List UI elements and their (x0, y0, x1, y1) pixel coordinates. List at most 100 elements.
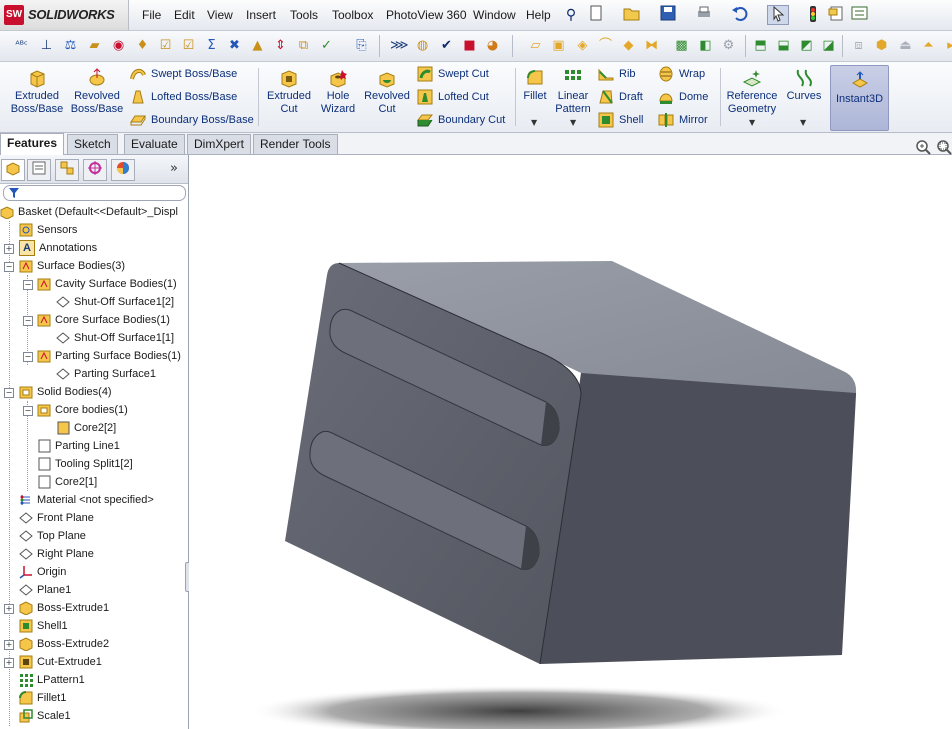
tree-item-cut-extrude1[interactable]: Cut-Extrude1 (19, 653, 102, 671)
instant3d-button[interactable]: Instant3D (830, 65, 889, 131)
box-icon[interactable]: ▱ (527, 37, 544, 54)
revolved-boss-button[interactable]: Revolved Boss/Base (70, 68, 124, 116)
swept-boss-button[interactable]: Swept Boss/Base (130, 65, 237, 83)
collapse-parting-surface-icon[interactable]: − (23, 352, 33, 362)
extend-surface-icon[interactable]: ⧓ (643, 37, 660, 54)
menu-photoview-360[interactable]: PhotoView 360 (386, 8, 467, 22)
mirror-button[interactable]: Mirror (658, 111, 708, 129)
new-document-icon[interactable] (586, 5, 606, 25)
open-document-icon[interactable] (622, 5, 642, 25)
menu-window[interactable]: Window (473, 8, 516, 22)
expand-cut-extrude1-icon[interactable]: + (4, 658, 14, 668)
tree-item-basket[interactable]: Basket (Default<<Default>_Displ (0, 203, 178, 221)
mass-properties-icon[interactable]: ♦ (134, 37, 151, 54)
tree-item-tooling-split[interactable]: Tooling Split1[2] (37, 455, 133, 473)
reference-geometry-dropdown-icon[interactable]: ▼ (749, 118, 755, 127)
core-icon[interactable]: ◪ (820, 37, 837, 54)
scale-tool-icon[interactable]: ✓ (318, 37, 335, 54)
check-icon[interactable]: ☑ (157, 37, 174, 54)
tooling-split-icon[interactable]: ◩ (798, 37, 815, 54)
tree-item-plane1[interactable]: Plane1 (19, 581, 71, 599)
fillet-dropdown-icon[interactable]: ▼ (531, 118, 537, 127)
appearance-icon[interactable]: ◕ (484, 37, 501, 54)
expand-boss-extrude2-icon[interactable]: + (4, 640, 14, 650)
surface-boss-icon[interactable]: ▣ (550, 37, 567, 54)
configuration-manager-tab-icon[interactable] (55, 159, 79, 181)
folder-icon[interactable]: ▰ (86, 37, 103, 54)
tree-item-core2-2[interactable]: Core2[2] (56, 419, 116, 437)
tree-item-fillet1[interactable]: Fillet1 (19, 689, 66, 707)
curves-dropdown-icon[interactable]: ▼ (800, 118, 806, 127)
thickness-icon[interactable]: ■ (461, 37, 478, 54)
draft-analysis-icon[interactable]: ▲ (249, 37, 266, 54)
hole-wizard-button[interactable]: Hole Wizard (316, 68, 360, 116)
tab-dimxpert[interactable]: DimXpert (187, 134, 252, 154)
tree-item-parting-surface[interactable]: Parting Surface1 (56, 365, 156, 383)
menu-insert[interactable]: Insert (246, 8, 276, 22)
extruded-boss-button[interactable]: Extruded Boss/Base (10, 68, 64, 116)
expand-boss-extrude1-icon[interactable]: + (4, 604, 14, 614)
intersect-icon[interactable]: ✖ (226, 37, 243, 54)
dome-button[interactable]: Dome (658, 88, 708, 106)
sum-icon[interactable]: Σ (203, 37, 220, 54)
disabled-tool-icon[interactable]: ⧈ (850, 37, 867, 54)
linear-pattern-dropdown-icon[interactable]: ▼ (570, 118, 576, 127)
tree-item-top-plane[interactable]: Top Plane (19, 527, 86, 545)
dimxpert-manager-tab-icon[interactable] (83, 159, 107, 181)
tab-evaluate[interactable]: Evaluate (124, 134, 185, 154)
feature-manager-tab-icon[interactable] (1, 159, 25, 181)
graphics-area[interactable] (189, 155, 952, 729)
tree-item-cavity-surface-bodies[interactable]: Cavity Surface Bodies(1) (37, 275, 177, 293)
tree-item-shut-off-surface-1[interactable]: Shut-Off Surface1[1] (56, 329, 174, 347)
revolve-surface-icon[interactable]: ⬢ (873, 37, 890, 54)
collapse-core-bodies-icon[interactable]: − (23, 406, 33, 416)
import-icon[interactable]: ⎘ (353, 37, 370, 54)
collapse-surface-bodies-icon[interactable]: − (4, 262, 14, 272)
tree-item-sensors[interactable]: Sensors (19, 221, 77, 239)
tree-item-origin[interactable]: Origin (19, 563, 66, 581)
display-manager-tab-icon[interactable] (111, 159, 135, 181)
revolved-cut-button[interactable]: Revolved Cut (362, 68, 412, 116)
tab-features[interactable]: Features (0, 133, 65, 155)
tree-item-material[interactable]: Material <not specified> (19, 491, 154, 509)
tree-item-annotations[interactable]: A Annotations (19, 239, 97, 257)
rebuild-icon[interactable] (803, 5, 823, 25)
menu-edit[interactable]: Edit (174, 8, 195, 22)
solidworks-logo[interactable]: SW SOLIDWORKS (0, 0, 129, 30)
zoom-to-fit-icon[interactable] (915, 139, 931, 155)
balance-icon[interactable]: ⚖ (62, 37, 79, 54)
tree-item-surface-bodies[interactable]: Surface Bodies(3) (19, 257, 125, 275)
draft-button[interactable]: Draft (598, 88, 643, 106)
tree-item-core-surface-bodies[interactable]: Core Surface Bodies(1) (37, 311, 170, 329)
shell-button[interactable]: Shell (598, 111, 643, 129)
fillet-button[interactable]: Fillet (520, 68, 550, 103)
scale-surface-icon[interactable]: ⏏ (897, 37, 914, 54)
trim-surface-icon[interactable]: ⚙ (720, 37, 737, 54)
linear-pattern-button[interactable]: Linear Pattern (552, 68, 594, 116)
curvature-icon[interactable]: ⋙ (390, 37, 409, 54)
menu-help[interactable]: Help (526, 8, 551, 22)
tree-item-scale1[interactable]: Scale1 (19, 707, 71, 725)
tree-item-right-plane[interactable]: Right Plane (19, 545, 94, 563)
sweep-icon[interactable]: ⌒ (597, 37, 614, 54)
tree-item-boss-extrude2[interactable]: Boss-Extrude2 (19, 635, 109, 653)
tree-item-core2-1[interactable]: Core2[1] (37, 473, 97, 491)
menu-tools[interactable]: Tools (290, 8, 318, 22)
checkbox-icon[interactable]: ☑ (180, 37, 197, 54)
measure-icon[interactable]: ⊥ (38, 37, 55, 54)
cone-icon[interactable]: ⏶ (920, 37, 937, 54)
collapse-cavity-surface-icon[interactable]: − (23, 280, 33, 290)
curves-button[interactable]: Curves (784, 68, 824, 103)
print-icon[interactable] (694, 5, 714, 25)
property-manager-tab-icon[interactable] (27, 159, 51, 181)
boundary-cut-button[interactable]: Boundary Cut (417, 111, 505, 129)
mold-shutoff-icon[interactable]: ⬒ (752, 37, 769, 54)
file-properties-icon[interactable] (826, 5, 846, 25)
tab-sketch[interactable]: Sketch (67, 134, 118, 154)
save-icon[interactable] (658, 5, 678, 25)
overflow-tool-icon[interactable]: ▸ (942, 37, 952, 54)
tree-item-shell1[interactable]: Shell1 (19, 617, 68, 635)
undercut-icon[interactable]: ⇕ (272, 37, 289, 54)
expand-tabs-icon[interactable]: » (170, 161, 178, 176)
spell-check-icon[interactable]: ᴬᴮᶜ (13, 37, 30, 54)
